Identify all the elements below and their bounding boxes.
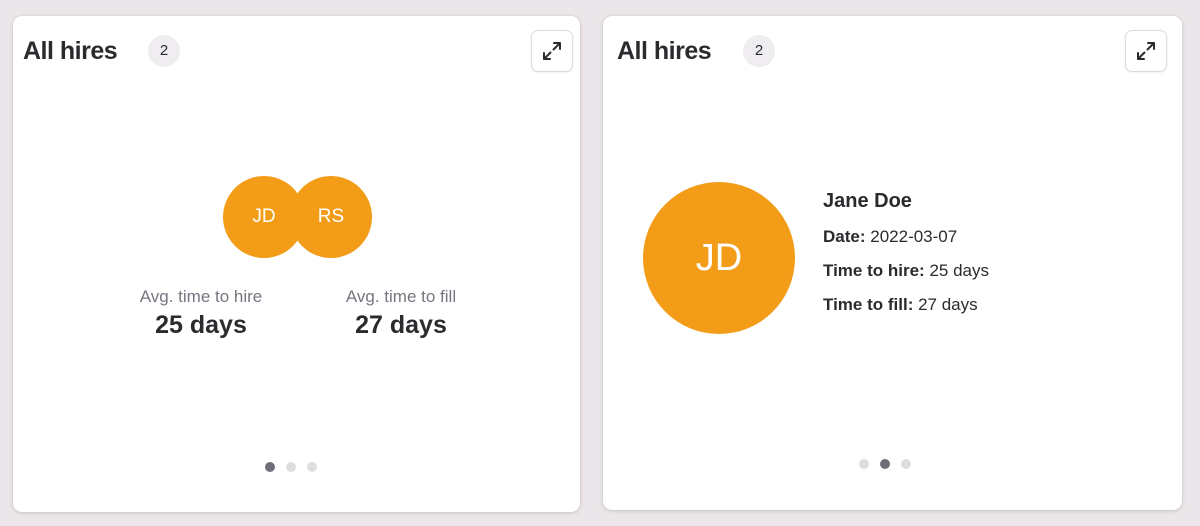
detail-value: 2022-03-07 [870,227,958,246]
stat-label: Avg. time to fill [345,287,457,306]
pager-dot-2[interactable] [880,459,890,469]
detail-time-to-hire: Time to hire: 25 days [823,260,989,282]
pager-dot-1[interactable] [859,459,869,469]
expand-arrows-icon [1137,42,1155,60]
detail-value: 25 days [929,261,989,280]
count-badge: 2 [743,35,775,67]
card-title: All hires [617,37,712,65]
stat-value: 27 days [355,311,447,339]
pager-dot-2[interactable] [286,462,296,472]
detail-label: Time to fill: [823,295,914,314]
card-title: All hires [23,37,118,65]
pager-dot-3[interactable] [307,462,317,472]
expand-button[interactable] [1125,30,1167,72]
avatar[interactable]: RS [290,176,372,258]
hires-detail-card: All hires 2 JD Jane Doe Date: 2022-03-07… [603,16,1182,510]
detail-label: Time to hire: [823,261,925,280]
detail-label: Date: [823,227,866,246]
pager-dot-1[interactable] [265,462,275,472]
carousel-pager [859,459,911,469]
avatar[interactable]: JD [643,182,795,334]
carousel-pager [265,462,317,472]
pager-dot-3[interactable] [901,459,911,469]
hires-summary-card: All hires 2 JD RS Avg. time to hire 25 d… [13,16,580,512]
person-details: Jane Doe Date: 2022-03-07 Time to hire: … [823,188,989,328]
detail-date: Date: 2022-03-07 [823,226,989,248]
detail-value: 27 days [918,295,978,314]
stat-avg-time-to-hire: Avg. time to hire 25 days [101,286,301,342]
expand-button[interactable] [531,30,573,72]
count-badge: 2 [148,35,180,67]
stat-label: Avg. time to hire [139,287,263,306]
person-name: Jane Doe [823,190,912,212]
stat-avg-time-to-fill: Avg. time to fill 27 days [301,286,501,342]
stat-value: 25 days [155,311,247,339]
detail-time-to-fill: Time to fill: 27 days [823,294,989,316]
expand-arrows-icon [543,42,561,60]
